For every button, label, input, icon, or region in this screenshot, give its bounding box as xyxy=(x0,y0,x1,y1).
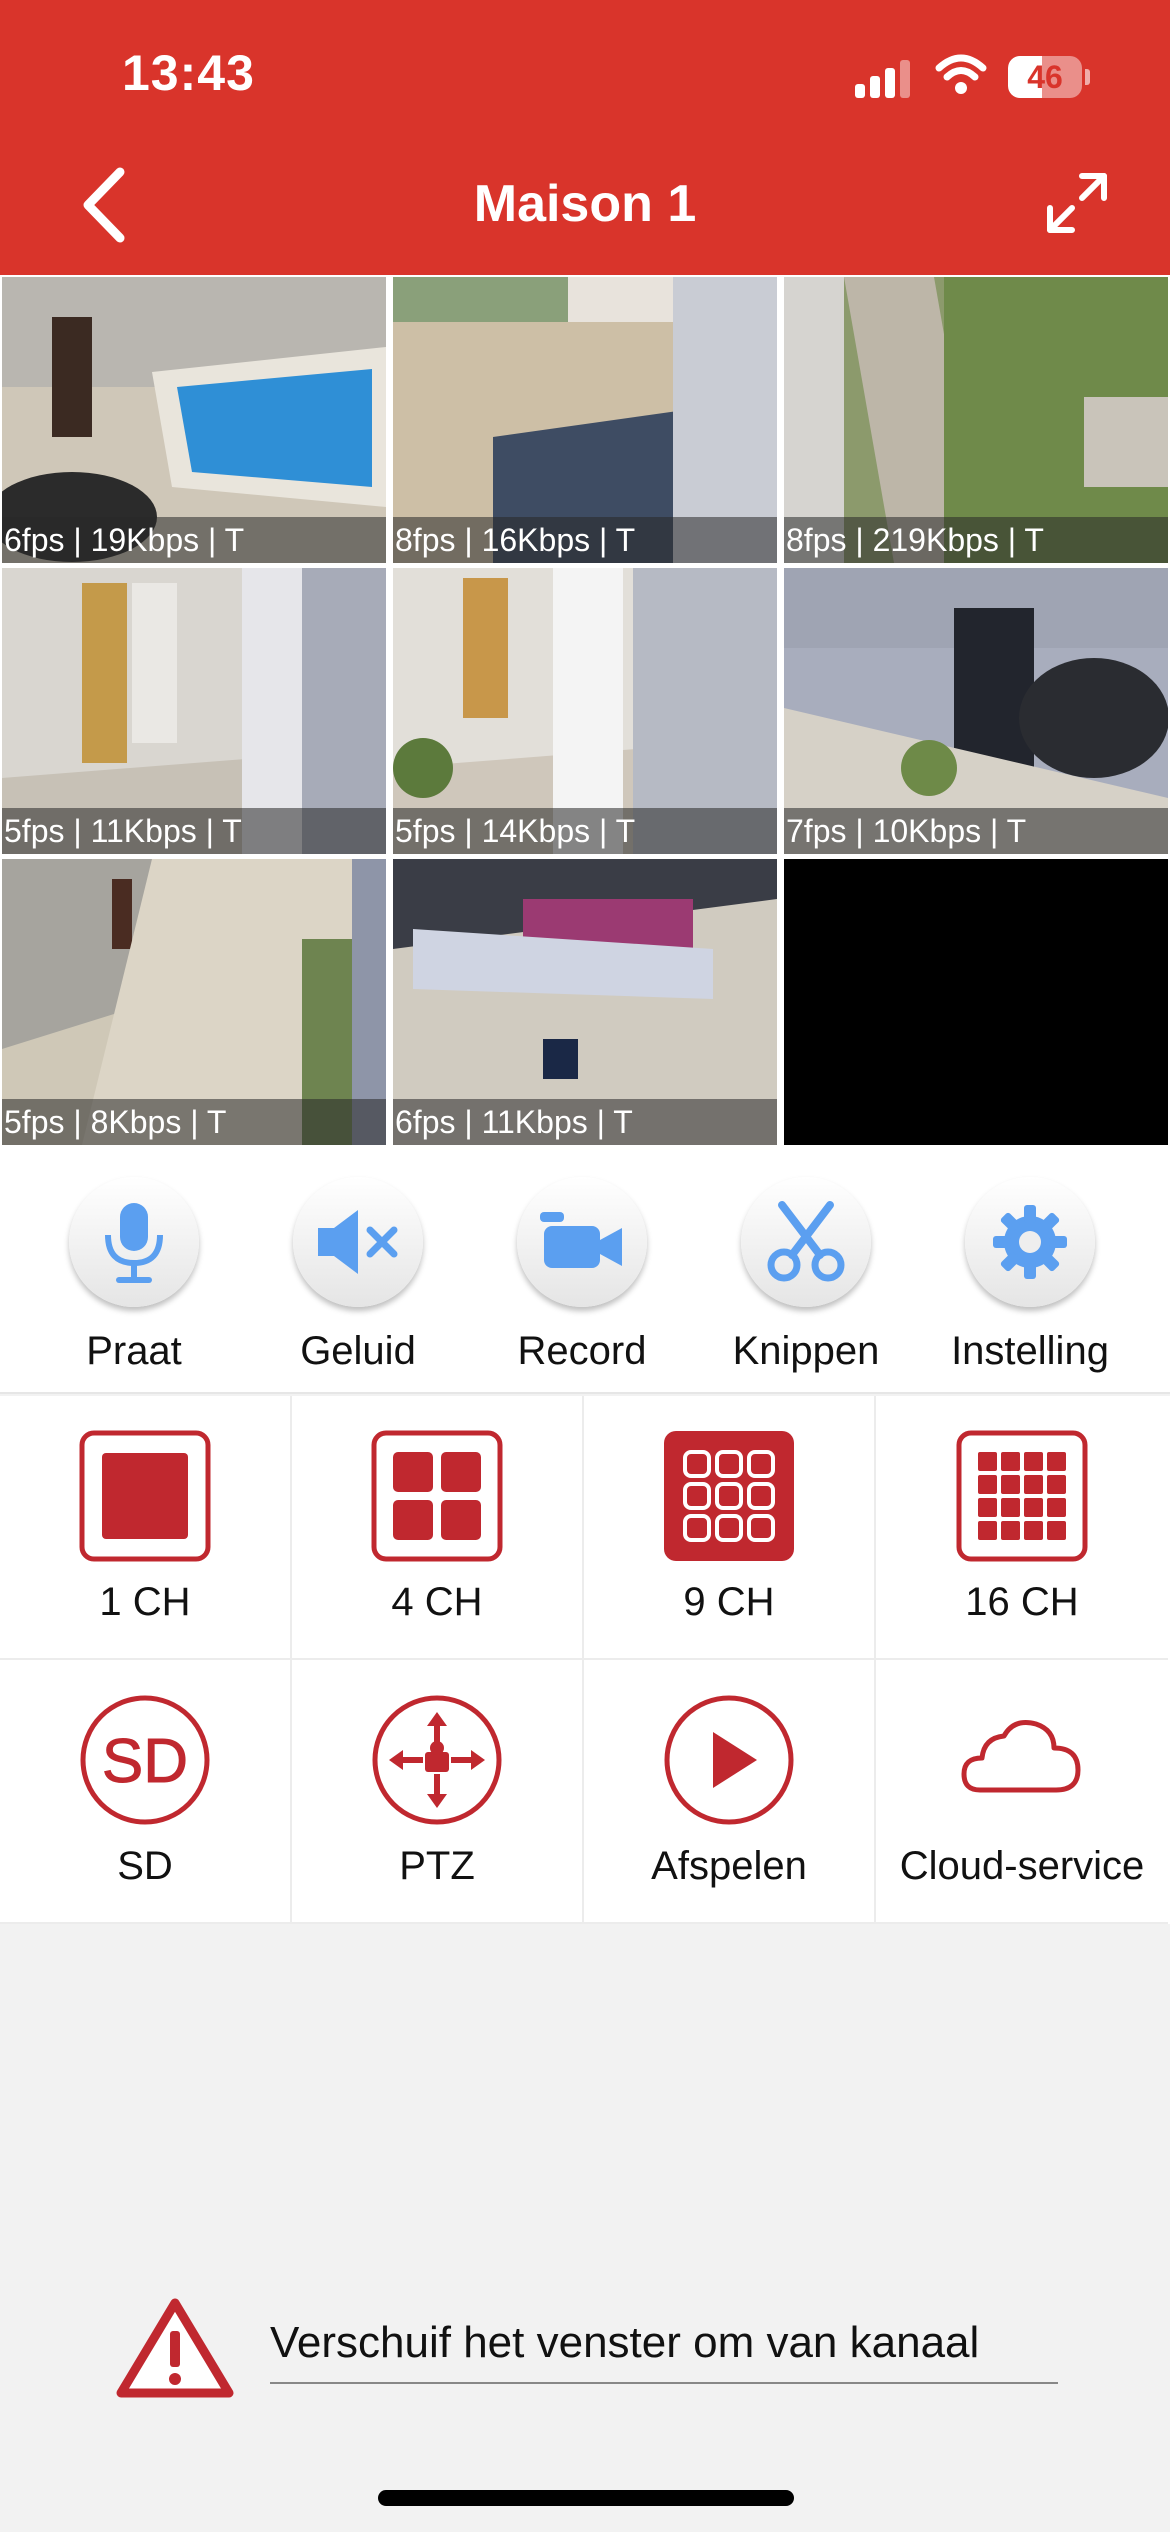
video-camera-icon xyxy=(540,1212,622,1268)
sd-button[interactable]: SD SD xyxy=(0,1660,292,1924)
ptz-button[interactable]: PTZ xyxy=(292,1660,584,1924)
grid-cell xyxy=(1024,1521,1043,1540)
settings-button[interactable]: Instelling xyxy=(918,1177,1142,1387)
quad-view-icon xyxy=(371,1430,503,1562)
feature-label: SD xyxy=(117,1844,173,1888)
battery-percentage: 46 xyxy=(1027,59,1063,95)
single-view-icon xyxy=(79,1430,211,1562)
grid-cell xyxy=(1047,1452,1066,1471)
options-grid: 1 CH 4 CH 9 CH 16 CH SD SD PTZ Afspelen … xyxy=(0,1396,1170,1924)
grid-cell xyxy=(1047,1475,1066,1494)
camera-tile-1[interactable]: 6fps | 19Kbps | T xyxy=(2,277,386,563)
grid-cell xyxy=(1047,1498,1066,1517)
feature-label: Cloud-service xyxy=(899,1844,1145,1888)
scissors-icon xyxy=(767,1201,845,1282)
wifi-icon xyxy=(935,54,987,94)
camera-stats: 7fps | 10Kbps | T xyxy=(784,808,1168,854)
speaker-mute-icon xyxy=(318,1210,398,1274)
status-time: 13:43 xyxy=(122,45,255,101)
svg-text:SD: SD xyxy=(102,1727,188,1796)
grid-cell xyxy=(1024,1452,1043,1471)
gear-icon xyxy=(993,1205,1067,1279)
hint-text: Verschuif het venster om van kanaal xyxy=(270,2318,1058,2384)
feature-label: PTZ xyxy=(399,1844,475,1888)
ptz-control-icon xyxy=(372,1695,502,1825)
layout-label: 16 CH xyxy=(965,1580,1079,1624)
record-button[interactable]: Record xyxy=(470,1177,694,1387)
cloud-service-button[interactable]: Cloud-service xyxy=(876,1660,1168,1924)
grid-cell xyxy=(1001,1475,1020,1494)
playback-button[interactable]: Afspelen xyxy=(584,1660,876,1924)
grid-cell xyxy=(1024,1475,1043,1494)
cellular-signal-icon xyxy=(855,58,911,98)
camera-stats: 6fps | 11Kbps | T xyxy=(393,1099,777,1145)
microphone-icon xyxy=(105,1203,163,1283)
mute-button[interactable]: Geluid xyxy=(246,1177,470,1387)
grid-cell xyxy=(978,1452,997,1471)
camera-stats: 6fps | 19Kbps | T xyxy=(2,517,386,563)
camera-tile-6[interactable]: 7fps | 10Kbps | T xyxy=(784,568,1168,854)
action-label: Praat xyxy=(86,1329,182,1373)
camera-stats: 8fps | 219Kbps | T xyxy=(784,517,1168,563)
warning-icon xyxy=(116,2298,234,2398)
action-label: Geluid xyxy=(300,1329,416,1373)
grid-cell xyxy=(1001,1452,1020,1471)
grid-cell xyxy=(978,1521,997,1540)
fullscreen-icon[interactable] xyxy=(1042,168,1112,238)
grid-cell xyxy=(978,1498,997,1517)
layout-4ch-button[interactable]: 4 CH xyxy=(292,1396,584,1660)
feature-label: Afspelen xyxy=(651,1844,807,1888)
camera-stats: 8fps | 16Kbps | T xyxy=(393,517,777,563)
page-title: Maison 1 xyxy=(473,175,697,233)
camera-tile-5[interactable]: 5fps | 14Kbps | T xyxy=(393,568,777,854)
grid-cell xyxy=(1024,1498,1043,1517)
camera-stats: 5fps | 14Kbps | T xyxy=(393,808,777,854)
talk-button[interactable]: Praat xyxy=(22,1177,246,1387)
layout-1ch-button[interactable]: 1 CH xyxy=(0,1396,292,1660)
grid-cell xyxy=(978,1475,997,1494)
quick-actions: Praat Geluid Record Knippen Instelling xyxy=(0,1149,1170,1394)
camera-tile-4[interactable]: 5fps | 11Kbps | T xyxy=(2,568,386,854)
grid-cell xyxy=(1047,1521,1066,1540)
action-label: Instelling xyxy=(951,1329,1109,1373)
grid-cell xyxy=(1001,1498,1020,1517)
action-label: Knippen xyxy=(732,1329,880,1373)
camera-stats: 5fps | 11Kbps | T xyxy=(2,808,386,854)
home-indicator[interactable] xyxy=(378,2490,794,2506)
cloud-icon xyxy=(961,1720,1081,1793)
sixteen-view-icon xyxy=(956,1430,1088,1562)
battery-icon: 46 xyxy=(1008,56,1090,98)
camera-tile-7[interactable]: 5fps | 8Kbps | T xyxy=(2,859,386,1145)
layout-16ch-button[interactable]: 16 CH xyxy=(876,1396,1168,1660)
layout-label: 9 CH xyxy=(683,1580,775,1624)
camera-stats: 5fps | 8Kbps | T xyxy=(2,1099,386,1145)
camera-tile-9-empty[interactable] xyxy=(784,859,1168,1145)
snapshot-button[interactable]: Knippen xyxy=(694,1177,918,1387)
nine-view-icon xyxy=(664,1431,794,1561)
header-bar: 13:43 46 Maison 1 xyxy=(0,0,1170,275)
layout-label: 1 CH xyxy=(99,1580,191,1624)
camera-tile-8[interactable]: 6fps | 11Kbps | T xyxy=(393,859,777,1145)
layout-label: 4 CH xyxy=(391,1580,483,1624)
camera-tile-2[interactable]: 8fps | 16Kbps | T xyxy=(393,277,777,563)
sd-card-icon: SD xyxy=(80,1695,210,1825)
camera-grid[interactable]: 6fps | 19Kbps | T 8fps | 16Kbps | T 8fps… xyxy=(0,275,1170,1149)
play-icon xyxy=(664,1695,794,1825)
camera-tile-3[interactable]: 8fps | 219Kbps | T xyxy=(784,277,1168,563)
grid-cell xyxy=(1001,1521,1020,1540)
layout-9ch-button[interactable]: 9 CH xyxy=(584,1396,876,1660)
action-label: Record xyxy=(517,1329,647,1373)
